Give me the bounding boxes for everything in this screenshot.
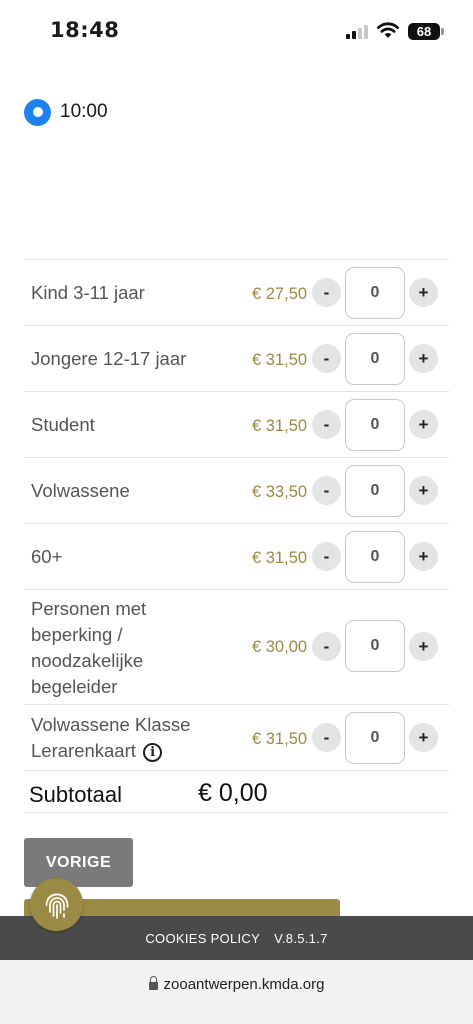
time-slot-label: 10:00	[60, 101, 108, 122]
ticket-row: Volwassene € 33,50 - +	[24, 458, 449, 524]
increase-button[interactable]: +	[409, 476, 438, 505]
ticket-name: Student	[31, 414, 95, 435]
subtotal-value: € 0,00	[198, 779, 268, 807]
version-text: V.8.5.1.7	[274, 930, 328, 946]
radio-selected-icon[interactable]	[24, 98, 51, 126]
ticket-price: € 33,50	[252, 483, 308, 501]
decrease-button[interactable]: -	[312, 476, 341, 505]
status-bar: 18:48 68	[0, 0, 473, 60]
lock-icon	[148, 976, 158, 990]
ticket-row: Student € 31,50 - +	[24, 392, 449, 458]
url-text: zooantwerpen.kmda.org	[163, 976, 325, 993]
ticket-price: € 30,00	[252, 638, 308, 656]
subtotal-row: Subtotaal € 0,00	[24, 772, 449, 813]
ticket-row: Personen met beperking / noodzakelijke b…	[24, 590, 449, 705]
ticket-name: 60+	[31, 546, 63, 567]
fingerprint-icon[interactable]	[30, 878, 83, 931]
ticket-row: Jongere 12-17 jaar € 31,50 - +	[24, 326, 449, 392]
ticket-price: € 31,50	[252, 351, 308, 369]
decrease-button[interactable]: -	[312, 632, 341, 661]
info-icon[interactable]: i	[143, 743, 163, 762]
increase-button[interactable]: +	[409, 410, 438, 439]
decrease-button[interactable]: -	[312, 410, 341, 439]
quantity-input[interactable]	[345, 620, 405, 672]
previous-button[interactable]: VORIGE	[24, 838, 133, 887]
decrease-button[interactable]: -	[312, 344, 341, 373]
increase-button[interactable]: +	[409, 278, 438, 307]
quantity-input[interactable]	[345, 712, 405, 764]
increase-button[interactable]: +	[409, 344, 438, 373]
increase-button[interactable]: +	[409, 542, 438, 571]
cookies-policy-link[interactable]: COOKIES POLICY	[145, 931, 260, 946]
ticket-name: Volwassene	[31, 480, 130, 501]
cellular-signal-icon	[346, 25, 370, 39]
url-display[interactable]: zooantwerpen.kmda.org	[0, 976, 473, 993]
decrease-button[interactable]: -	[312, 278, 341, 307]
ticket-price: € 31,50	[252, 730, 308, 748]
decrease-button[interactable]: -	[312, 723, 341, 752]
ticket-price: € 27,50	[252, 285, 308, 303]
quantity-input[interactable]	[345, 267, 405, 319]
browser-url-bar[interactable]: zooantwerpen.kmda.org	[0, 960, 473, 1024]
ticket-row: Volwassene Klasse Lerarenkaart i € 31,50…	[24, 705, 449, 771]
increase-button[interactable]: +	[409, 723, 438, 752]
ticket-price: € 31,50	[252, 417, 308, 435]
ticket-row: Kind 3-11 jaar € 27,50 - +	[24, 260, 449, 326]
subtotal-label: Subtotaal	[29, 782, 122, 807]
ticket-row: 60+ € 31,50 - +	[24, 524, 449, 590]
ticket-list: Kind 3-11 jaar € 27,50 - + Jongere 12-17…	[24, 259, 449, 771]
battery-cap	[441, 28, 444, 35]
ticket-price: € 31,50	[252, 549, 308, 567]
increase-button[interactable]: +	[409, 632, 438, 661]
decrease-button[interactable]: -	[312, 542, 341, 571]
quantity-input[interactable]	[345, 333, 405, 385]
wifi-icon	[377, 22, 399, 38]
battery-icon: 68	[408, 23, 440, 40]
status-time: 18:48	[50, 18, 120, 42]
ticket-name: Kind 3-11 jaar	[31, 282, 145, 303]
ticket-name: Personen met beperking / noodzakelijke b…	[31, 598, 147, 697]
time-slot-option[interactable]: 10:00	[24, 96, 108, 128]
ticket-name-text: Volwassene Klasse Lerarenkaart	[31, 714, 191, 761]
quantity-input[interactable]	[345, 399, 405, 451]
ticket-name: Volwassene Klasse Lerarenkaart i	[31, 712, 211, 764]
quantity-input[interactable]	[345, 465, 405, 517]
fingerprint-glyph	[45, 892, 68, 919]
quantity-input[interactable]	[345, 531, 405, 583]
ticket-name: Jongere 12-17 jaar	[31, 348, 187, 369]
